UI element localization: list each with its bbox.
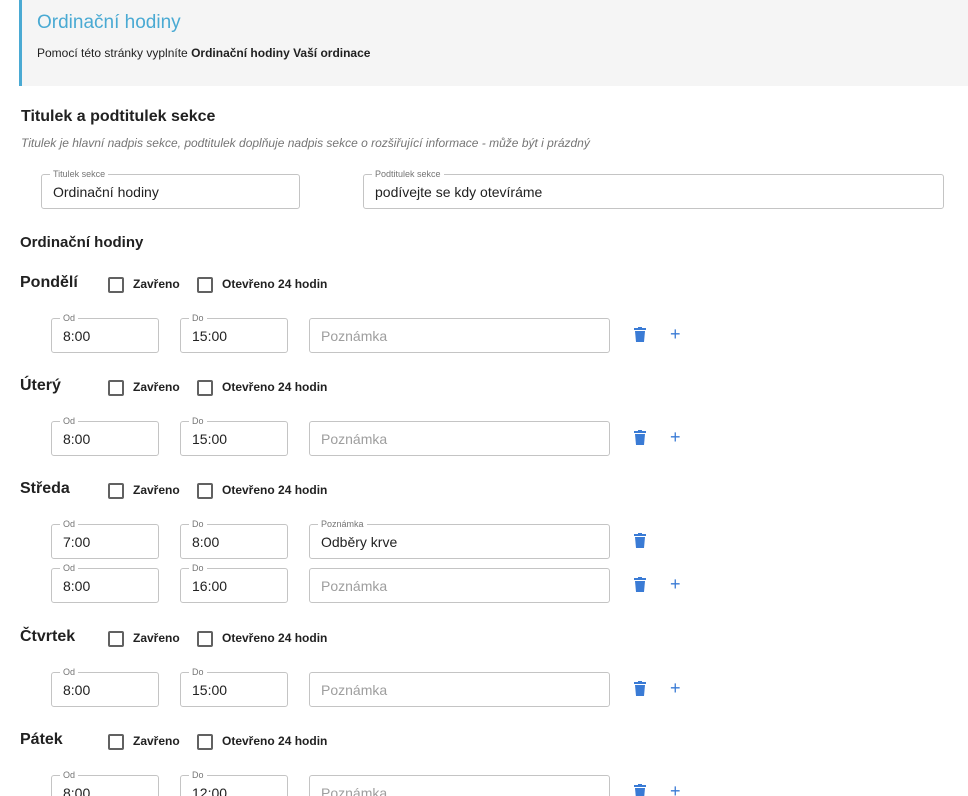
section-title-input[interactable]: Titulek sekce Ordinační hodiny	[41, 169, 300, 209]
day-name: Úterý	[20, 377, 61, 394]
from-label: Od	[60, 313, 79, 323]
closed-label: Zavřeno	[133, 631, 180, 645]
to-time-input[interactable]: Do 15:00	[180, 667, 288, 707]
to-label: Do	[189, 770, 207, 780]
closed-checkbox[interactable]	[108, 631, 124, 647]
plus-icon[interactable]: +	[670, 679, 681, 697]
from-value: 7:00	[63, 534, 91, 550]
open-24h-checkbox[interactable]	[197, 734, 213, 750]
from-value: 8:00	[63, 785, 91, 796]
plus-icon[interactable]: +	[670, 428, 681, 446]
open-24h-label: Otevřeno 24 hodin	[222, 631, 328, 645]
plus-icon[interactable]: +	[670, 782, 681, 796]
trash-icon[interactable]	[634, 681, 646, 696]
closed-label: Zavřeno	[133, 380, 180, 394]
to-label: Do	[189, 416, 207, 426]
note-placeholder: Poznámka	[321, 431, 388, 447]
section-title-value: Ordinační hodiny	[53, 184, 159, 200]
to-value: 12:00	[192, 785, 228, 796]
to-time-input[interactable]: Do 15:00	[180, 313, 288, 353]
open-24h-label: Otevřeno 24 hodin	[222, 277, 328, 291]
note-value: Odběry krve	[321, 534, 398, 550]
section-heading: Titulek a podtitulek sekce	[21, 108, 216, 125]
opening-hours-heading: Ordinační hodiny	[20, 234, 144, 251]
from-time-input[interactable]: Od 8:00	[51, 313, 159, 353]
note-label: Poznámka	[318, 519, 367, 529]
day-name: Pátek	[20, 731, 63, 748]
to-label: Do	[189, 563, 207, 573]
from-time-input[interactable]: Od 8:00	[51, 667, 159, 707]
to-label: Do	[189, 313, 207, 323]
note-input[interactable]: Poznámka	[309, 775, 610, 796]
to-label: Do	[189, 667, 207, 677]
note-placeholder: Poznámka	[321, 578, 388, 594]
to-time-input[interactable]: Do 16:00	[180, 563, 288, 603]
trash-icon[interactable]	[634, 577, 646, 592]
open-24h-checkbox[interactable]	[197, 483, 213, 499]
from-value: 8:00	[63, 682, 91, 698]
to-value: 15:00	[192, 328, 228, 344]
note-input[interactable]: Poznámka	[309, 421, 610, 456]
to-value: 16:00	[192, 578, 228, 594]
from-time-input[interactable]: Od 8:00	[51, 563, 159, 603]
closed-label: Zavřeno	[133, 483, 180, 497]
note-placeholder: Poznámka	[321, 785, 388, 796]
from-value: 8:00	[63, 431, 91, 447]
open-24h-label: Otevřeno 24 hodin	[222, 380, 328, 394]
closed-checkbox[interactable]	[108, 380, 124, 396]
to-value: 8:00	[192, 534, 220, 550]
page-header: Ordinační hodiny Pomocí této stránky vyp…	[19, 0, 968, 86]
trash-icon[interactable]	[634, 327, 646, 342]
trash-icon[interactable]	[634, 784, 646, 796]
closed-checkbox[interactable]	[108, 483, 124, 499]
from-time-input[interactable]: Od 8:00	[51, 770, 159, 796]
from-label: Od	[60, 519, 79, 529]
open-24h-label: Otevřeno 24 hodin	[222, 734, 328, 748]
note-placeholder: Poznámka	[321, 328, 388, 344]
closed-checkbox[interactable]	[108, 277, 124, 293]
note-input[interactable]: Poznámka	[309, 318, 610, 353]
to-label: Do	[189, 519, 207, 529]
from-time-input[interactable]: Od 8:00	[51, 416, 159, 456]
from-value: 8:00	[63, 578, 91, 594]
day-name: Středa	[20, 480, 70, 497]
section-subtitle-input[interactable]: Podtitulek sekce podívejte se kdy otevír…	[363, 169, 944, 209]
to-time-input[interactable]: Do 8:00	[180, 519, 288, 559]
day-name: Čtvrtek	[20, 628, 76, 645]
note-input[interactable]: Poznámka	[309, 672, 610, 707]
trash-icon[interactable]	[634, 430, 646, 445]
open-24h-checkbox[interactable]	[197, 631, 213, 647]
note-placeholder: Poznámka	[321, 682, 388, 698]
section-title-label: Titulek sekce	[50, 169, 109, 179]
open-24h-checkbox[interactable]	[197, 277, 213, 293]
page-title: Ordinační hodiny	[37, 12, 181, 33]
closed-checkbox[interactable]	[108, 734, 124, 750]
note-input[interactable]: Poznámka	[309, 568, 610, 603]
from-label: Od	[60, 770, 79, 780]
section-description: Titulek je hlavní nadpis sekce, podtitul…	[21, 136, 590, 150]
page-description: Pomocí této stránky vyplníte Ordinační h…	[37, 46, 371, 60]
note-input[interactable]: Poznámka Odběry krve	[309, 519, 610, 559]
day-name: Pondělí	[20, 274, 78, 291]
section-subtitle-value: podívejte se kdy otevíráme	[375, 184, 543, 200]
to-value: 15:00	[192, 682, 228, 698]
open-24h-checkbox[interactable]	[197, 380, 213, 396]
open-24h-label: Otevřeno 24 hodin	[222, 483, 328, 497]
plus-icon[interactable]: +	[670, 575, 681, 593]
to-time-input[interactable]: Do 15:00	[180, 416, 288, 456]
from-label: Od	[60, 416, 79, 426]
plus-icon[interactable]: +	[670, 325, 681, 343]
section-subtitle-label: Podtitulek sekce	[372, 169, 444, 179]
from-label: Od	[60, 563, 79, 573]
trash-icon[interactable]	[634, 533, 646, 548]
to-time-input[interactable]: Do 12:00	[180, 770, 288, 796]
closed-label: Zavřeno	[133, 277, 180, 291]
closed-label: Zavřeno	[133, 734, 180, 748]
from-time-input[interactable]: Od 7:00	[51, 519, 159, 559]
from-value: 8:00	[63, 328, 91, 344]
to-value: 15:00	[192, 431, 228, 447]
from-label: Od	[60, 667, 79, 677]
